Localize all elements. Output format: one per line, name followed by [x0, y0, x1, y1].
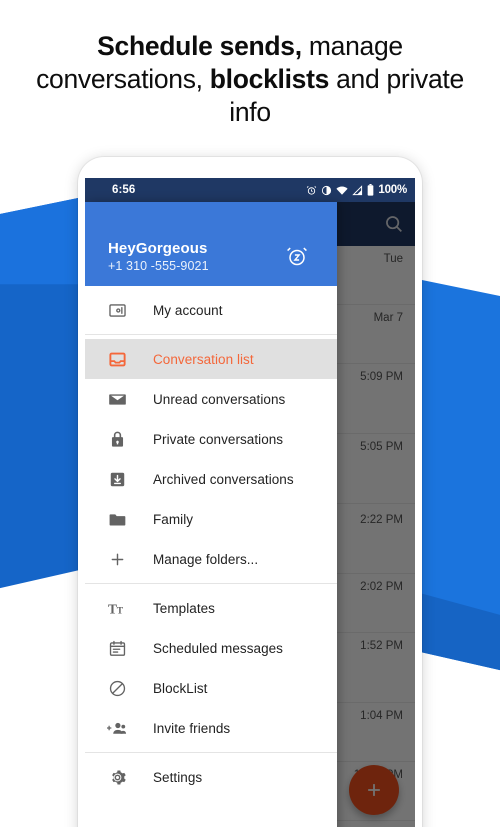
drawer-item-manage-folders[interactable]: Manage folders... [85, 539, 337, 579]
drawer-item-scheduled-messages[interactable]: Scheduled messages [85, 628, 337, 668]
envelope-icon [105, 387, 129, 411]
promo-screenshot: Schedule sends, manage conversations, bl… [0, 0, 500, 827]
status-bar-time: 6:56 [112, 184, 135, 196]
phone-screen: 6:56 [85, 178, 415, 827]
headline-bold-1: Schedule sends, [97, 31, 302, 61]
archive-icon [105, 467, 129, 491]
drawer-divider [85, 583, 337, 584]
svg-text:T: T [108, 601, 117, 616]
svg-text:T: T [116, 606, 123, 616]
drawer-item-conversation-list[interactable]: Conversation list [85, 339, 337, 379]
gear-icon [105, 765, 129, 789]
drawer-item-label: Invite friends [153, 721, 230, 736]
account-card-icon [105, 298, 129, 322]
phone-mockup: 6:56 [78, 157, 422, 827]
signal-icon [352, 185, 363, 196]
lock-icon [105, 427, 129, 451]
navigation-drawer: HeyGorgeous +1 310 -555-9021 My account C… [85, 202, 337, 827]
status-bar: 6:56 [85, 178, 415, 202]
headline-bold-2: blocklists [210, 64, 329, 94]
drawer-item-label: Unread conversations [153, 392, 285, 407]
drawer-item-label: My account [153, 303, 223, 318]
drawer-item-label: Manage folders... [153, 552, 258, 567]
person-add-icon [105, 716, 129, 740]
drawer-item-invite-friends[interactable]: Invite friends [85, 708, 337, 748]
dnd-icon [321, 185, 332, 196]
drawer-menu: My account Conversation list Unread conver… [85, 286, 337, 827]
drawer-item-label: BlockList [153, 681, 207, 696]
drawer-item-blocklist[interactable]: BlockList [85, 668, 337, 708]
battery-percent: 100% [378, 184, 407, 196]
drawer-item-private-conversations[interactable]: Private conversations [85, 419, 337, 459]
inbox-icon [105, 347, 129, 371]
folder-icon [105, 507, 129, 531]
drawer-item-label: Templates [153, 601, 215, 616]
drawer-header: HeyGorgeous +1 310 -555-9021 [85, 202, 337, 286]
drawer-divider [85, 334, 337, 335]
page-title: Schedule sends, manage conversations, bl… [0, 30, 500, 129]
wifi-icon [336, 185, 348, 196]
drawer-item-label: Archived conversations [153, 472, 294, 487]
drawer-item-family[interactable]: Family [85, 499, 337, 539]
drawer-item-label: Settings [153, 770, 202, 785]
drawer-item-my-account[interactable]: My account [85, 290, 337, 330]
plus-icon [105, 547, 129, 571]
drawer-item-settings[interactable]: Settings [85, 757, 337, 797]
alarm-icon [306, 185, 317, 196]
drawer-item-templates[interactable]: TT Templates [85, 588, 337, 628]
status-bar-icons: 100% [306, 184, 407, 196]
alarm-snooze-icon[interactable] [285, 244, 309, 268]
drawer-item-unread-conversations[interactable]: Unread conversations [85, 379, 337, 419]
drawer-item-archived-conversations[interactable]: Archived conversations [85, 459, 337, 499]
drawer-item-label: Scheduled messages [153, 641, 283, 656]
text-format-icon: TT [105, 596, 129, 620]
drawer-item-label: Conversation list [153, 352, 254, 367]
block-icon [105, 676, 129, 700]
battery-icon [367, 184, 374, 196]
calendar-icon [105, 636, 129, 660]
drawer-divider [85, 752, 337, 753]
drawer-item-label: Family [153, 512, 193, 527]
drawer-item-label: Private conversations [153, 432, 283, 447]
